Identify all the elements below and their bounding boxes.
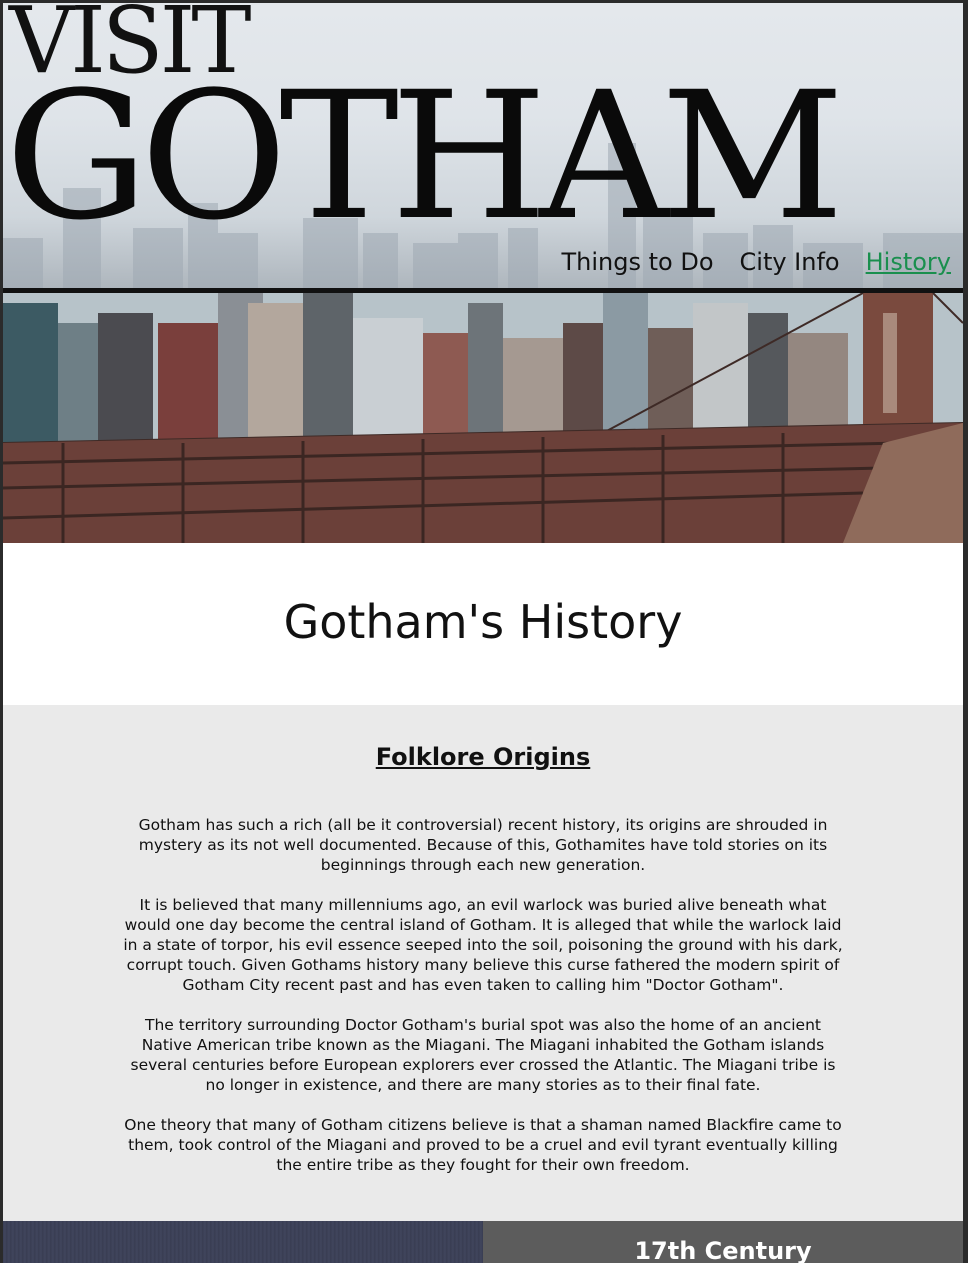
timeline-panel: 17th Century bbox=[483, 1221, 963, 1263]
nav-things-to-do[interactable]: Things to Do bbox=[562, 248, 714, 276]
logo-gotham-text: GOTHAM bbox=[5, 54, 845, 259]
folklore-heading: Folklore Origins bbox=[375, 743, 591, 771]
folklore-section: Folklore Origins Gotham has such a rich … bbox=[3, 705, 963, 1221]
folklore-paragraph: The territory surrounding Doctor Gotham'… bbox=[130, 1016, 836, 1094]
main-nav: Things to Do City Info History bbox=[562, 248, 952, 276]
nav-city-info[interactable]: City Info bbox=[740, 248, 840, 276]
folklore-body: Gotham has such a rich (all be it contro… bbox=[121, 815, 845, 1195]
folklore-paragraph: Gotham has such a rich (all be it contro… bbox=[138, 816, 828, 874]
site-header: VISIT GOTHAM Things to Do City Info Hist… bbox=[3, 3, 963, 288]
title-section: Gotham's History bbox=[3, 543, 963, 705]
century-heading: 17th Century bbox=[634, 1237, 812, 1263]
city-bridge-illustration bbox=[3, 293, 963, 543]
folklore-paragraph: It is believed that many millenniums ago… bbox=[123, 896, 843, 994]
nav-history[interactable]: History bbox=[866, 248, 951, 276]
hero-image bbox=[3, 293, 963, 543]
folklore-paragraph: One theory that many of Gotham citizens … bbox=[124, 1116, 842, 1174]
timeline-image bbox=[3, 1221, 483, 1263]
page: VISIT GOTHAM Things to Do City Info Hist… bbox=[3, 3, 963, 1263]
page-title: Gotham's History bbox=[283, 595, 683, 649]
